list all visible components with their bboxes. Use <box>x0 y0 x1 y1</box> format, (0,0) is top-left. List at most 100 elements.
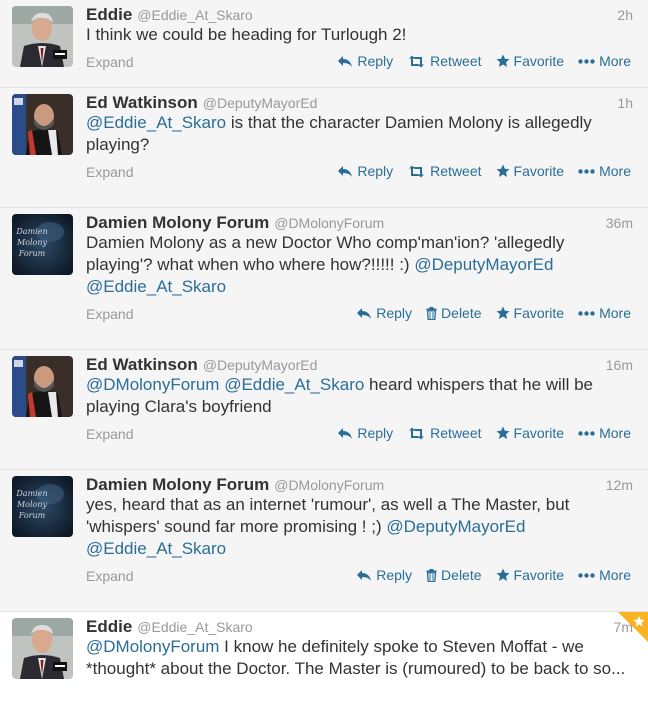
author-display-name[interactable]: Eddie <box>86 5 132 24</box>
avatar-logo-text: Damien Molony Forum <box>16 489 48 520</box>
retweet-label: Retweet <box>430 53 482 69</box>
tweet-text: Damien Molony as a new Doctor Who comp'm… <box>86 232 626 298</box>
tweet-text: yes, heard that as an internet 'rumour',… <box>86 494 626 560</box>
more-label: More <box>599 53 631 69</box>
expand-link[interactable]: Expand <box>86 54 133 70</box>
avatar[interactable]: Damien Molony Forum <box>12 214 73 275</box>
mention-link[interactable]: @Eddie_At_Skaro <box>86 113 226 132</box>
delete-icon <box>426 568 437 582</box>
tweet-timestamp[interactable]: 12m <box>606 477 633 493</box>
tweet-author-name[interactable]: Ed Watkinson @DeputyMayorEd <box>86 93 317 113</box>
tweet-author-name[interactable]: Eddie @Eddie_At_Skaro <box>86 617 253 637</box>
reply-button[interactable]: Reply <box>337 163 393 179</box>
more-button[interactable]: More <box>578 163 631 179</box>
more-button[interactable]: More <box>578 425 631 441</box>
retweet-button[interactable]: Retweet <box>407 425 482 441</box>
favorite-button[interactable]: Favorite <box>496 163 565 179</box>
expand-link[interactable]: Expand <box>86 568 133 584</box>
author-handle[interactable]: @DMolonyForum <box>274 477 384 493</box>
tweet-actions: Reply Retweet Favorite More <box>337 163 631 179</box>
expand-link[interactable]: Expand <box>86 164 133 180</box>
tweet-author-name[interactable]: Ed Watkinson @DeputyMayorEd <box>86 355 317 375</box>
tweet-actions: Reply Retweet Favorite More <box>337 425 631 441</box>
expand-link[interactable]: Expand <box>86 306 133 322</box>
author-handle[interactable]: @DMolonyForum <box>274 215 384 231</box>
tweet[interactable]: Ed Watkinson @DeputyMayorEd 16m @DMolonyFor… <box>0 350 648 470</box>
favorite-label: Favorite <box>513 163 565 179</box>
author-display-name[interactable]: Ed Watkinson <box>86 93 198 112</box>
author-handle[interactable]: @Eddie_At_Skaro <box>137 619 252 635</box>
mention-link[interactable]: @DeputyMayorEd <box>414 255 553 274</box>
retweet-button[interactable]: Retweet <box>407 53 482 69</box>
avatar[interactable] <box>12 356 73 417</box>
avatar[interactable] <box>12 618 73 679</box>
tweet-actions: Reply Delete Favorite More <box>356 305 631 321</box>
delete-label: Delete <box>441 305 482 321</box>
mention-link[interactable]: @Eddie_At_Skaro <box>86 539 226 558</box>
retweet-icon <box>407 427 426 440</box>
author-display-name[interactable]: Ed Watkinson <box>86 355 198 374</box>
tweet[interactable]: Damien Molony Forum Damien Molony Forum @DMo… <box>0 470 648 612</box>
tweet[interactable]: Eddie @Eddie_At_Skaro 7m @DMolonyForum I kn… <box>0 612 648 715</box>
author-handle[interactable]: @DeputyMayorEd <box>203 95 318 111</box>
avatar[interactable] <box>12 6 73 67</box>
more-button[interactable]: More <box>578 305 631 321</box>
author-display-name[interactable]: Eddie <box>86 617 132 636</box>
retweet-icon <box>407 55 426 68</box>
mention-link[interactable]: @Eddie_At_Skaro <box>224 375 364 394</box>
tweet-author-name[interactable]: Damien Molony Forum @DMolonyForum <box>86 475 384 495</box>
mention-link[interactable]: @DMolonyForum <box>86 375 219 394</box>
avatar[interactable]: Damien Molony Forum <box>12 476 73 537</box>
tweet-text: I think we could be heading for Turlough… <box>86 24 626 46</box>
tweet[interactable]: Eddie @Eddie_At_Skaro 2h I think we could b… <box>0 0 648 88</box>
more-button[interactable]: More <box>578 567 631 583</box>
retweet-button[interactable]: Retweet <box>407 163 482 179</box>
tweet-actions: Reply Retweet Favorite More <box>337 53 631 69</box>
reply-button[interactable]: Reply <box>337 53 393 69</box>
author-handle[interactable]: @Eddie_At_Skaro <box>137 7 252 23</box>
tweet-timestamp[interactable]: 1h <box>617 95 633 111</box>
favorite-icon <box>496 164 510 178</box>
favorite-icon <box>496 426 510 440</box>
reply-icon <box>337 55 353 68</box>
avatar[interactable] <box>12 94 73 155</box>
favorite-button[interactable]: Favorite <box>496 53 565 69</box>
reply-label: Reply <box>357 163 394 179</box>
tweet-timestamp[interactable]: 2h <box>617 7 633 23</box>
retweet-label: Retweet <box>430 163 482 179</box>
favorite-button[interactable]: Favorite <box>496 305 564 321</box>
more-label: More <box>599 425 631 441</box>
tweet-author-name[interactable]: Damien Molony Forum @DMolonyForum <box>86 213 384 233</box>
tweet-timestamp[interactable]: 36m <box>606 215 633 231</box>
tweet-timestamp[interactable]: 16m <box>606 357 633 373</box>
mention-link[interactable]: @Eddie_At_Skaro <box>86 277 226 296</box>
delete-button[interactable]: Delete <box>426 567 482 583</box>
favorited-star-icon <box>618 612 648 647</box>
reply-icon <box>356 569 372 582</box>
favorite-label: Favorite <box>513 53 565 69</box>
more-icon <box>578 430 595 436</box>
tweet[interactable]: Damien Molony Forum Damien Molony Forum @DMo… <box>0 208 648 350</box>
favorite-label: Favorite <box>513 567 565 583</box>
tweet-text: @DMolonyForum I know he definitely spoke… <box>86 636 626 680</box>
favorite-button[interactable]: Favorite <box>496 567 565 583</box>
favorite-button[interactable]: Favorite <box>496 425 564 441</box>
more-button[interactable]: More <box>578 53 631 69</box>
author-handle[interactable]: @DeputyMayorEd <box>203 357 318 373</box>
reply-button[interactable]: Reply <box>356 305 412 321</box>
delete-button[interactable]: Delete <box>426 305 482 321</box>
reply-icon <box>337 427 353 440</box>
tweet[interactable]: Ed Watkinson @DeputyMayorEd 1h @Eddie_At_Sk… <box>0 88 648 208</box>
delete-icon <box>426 306 437 320</box>
mention-link[interactable]: @DeputyMayorEd <box>386 517 525 536</box>
tweet-text-segment: I think we could be heading for Turlough… <box>86 25 407 44</box>
favorite-icon <box>496 306 510 320</box>
reply-button[interactable]: Reply <box>337 425 393 441</box>
reply-button[interactable]: Reply <box>356 567 412 583</box>
tweet-author-name[interactable]: Eddie @Eddie_At_Skaro <box>86 5 253 25</box>
expand-link[interactable]: Expand <box>86 426 133 442</box>
reply-label: Reply <box>376 567 413 583</box>
mention-link[interactable]: @DMolonyForum <box>86 637 219 656</box>
author-display-name[interactable]: Damien Molony Forum <box>86 213 269 232</box>
author-display-name[interactable]: Damien Molony Forum <box>86 475 269 494</box>
